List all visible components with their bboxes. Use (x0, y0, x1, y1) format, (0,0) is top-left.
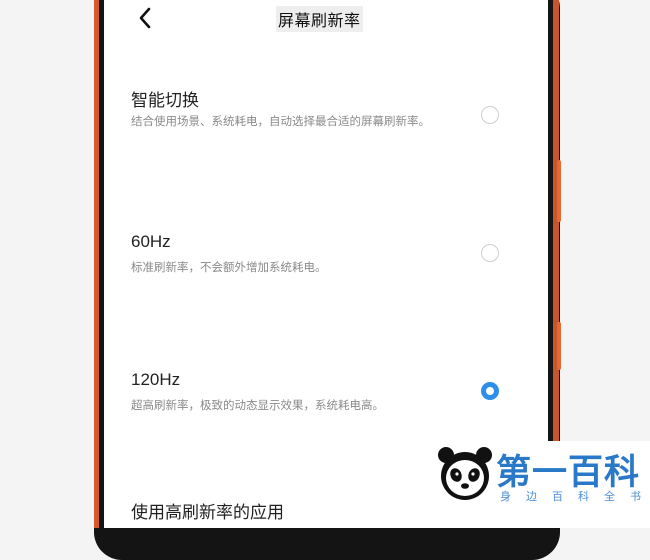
panda-logo-icon (438, 447, 492, 500)
header-bar: 屏幕刷新率 (104, 0, 548, 40)
option-title: 120Hz (131, 370, 181, 389)
radio-button-icon[interactable] (481, 106, 499, 124)
option-description: 标准刷新率，不会额外增加系统耗电。 (131, 262, 327, 274)
watermark: 第一百科 身边百科全书 (428, 441, 650, 528)
option-title: 60Hz (131, 232, 171, 251)
option-60hz[interactable]: 60Hz 标准刷新率，不会额外增加系统耗电。 (104, 232, 548, 292)
back-chevron-icon[interactable] (134, 6, 156, 30)
radio-button-icon[interactable] (481, 244, 499, 262)
high-refresh-apps-item[interactable]: 使用高刷新率的应用 (131, 498, 284, 523)
option-120hz[interactable]: 120Hz 超高刷新率，极致的动态显示效果，系统耗电高。 (104, 370, 548, 430)
phone-edge-left (94, 0, 99, 528)
option-description: 结合使用场景、系统耗电，自动选择最合适的屏幕刷新率。 (131, 116, 430, 128)
radio-button-selected-icon[interactable] (481, 382, 499, 400)
option-smart-switch[interactable]: 智能切换 结合使用场景、系统耗电，自动选择最合适的屏幕刷新率。 (104, 86, 548, 166)
volume-button (557, 160, 561, 222)
power-button (557, 322, 561, 370)
page-title: 屏幕刷新率 (276, 6, 363, 32)
option-title: 智能切换 (131, 91, 199, 110)
option-description: 超高刷新率，极致的动态显示效果，系统耗电高。 (131, 400, 384, 412)
watermark-subtitle: 身边百科全书 (500, 491, 650, 503)
